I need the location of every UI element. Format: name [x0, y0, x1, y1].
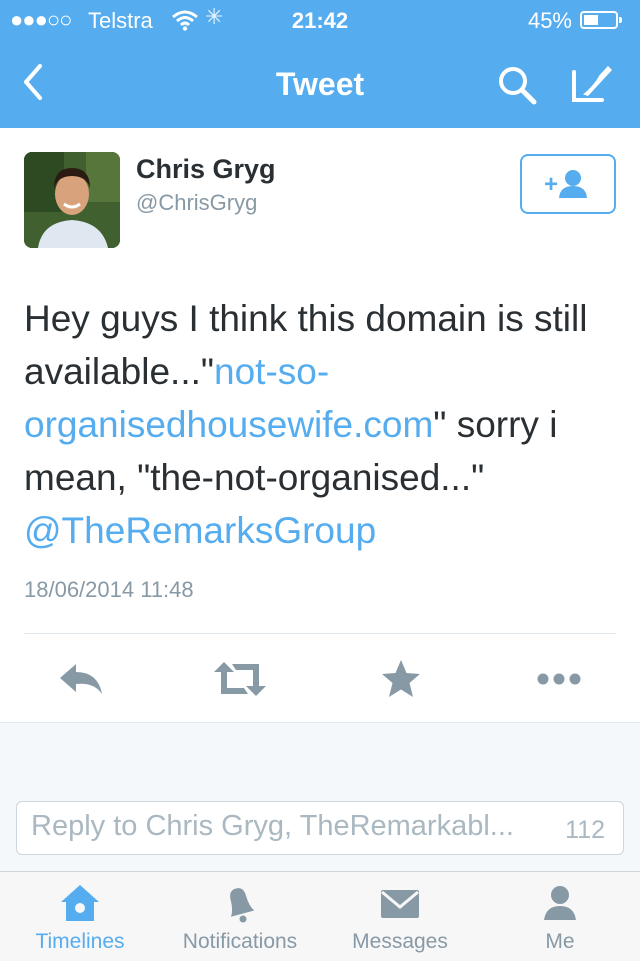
battery-icon — [580, 11, 622, 29]
author-name[interactable]: Chris Gryg — [136, 154, 276, 185]
tab-label-notifications: Notifications — [182, 930, 298, 953]
tab-messages[interactable]: Messages — [320, 872, 480, 961]
tab-timelines[interactable]: Timelines — [0, 872, 160, 961]
battery-percent: 45% — [527, 8, 572, 33]
home-icon — [61, 885, 99, 921]
bell-icon — [230, 888, 255, 923]
tab-bar: Timelines Notifications Messages Me — [0, 871, 640, 961]
reply-icon — [60, 664, 102, 694]
reply-button[interactable] — [56, 656, 106, 702]
search-button[interactable] — [496, 64, 540, 108]
star-icon — [382, 660, 420, 697]
header: ●●●○○ Telstra ✳ 21:42 45% Tweet — [0, 0, 640, 128]
reply-placeholder: Reply to Chris Gryg, TheRemarkabl... — [31, 810, 514, 842]
follow-button[interactable]: + — [520, 154, 616, 214]
author-handle[interactable]: @ChrisGryg — [136, 190, 257, 216]
reply-bar: Reply to Chris Gryg, TheRemarkabl... 112 — [0, 781, 640, 871]
tab-label-messages: Messages — [352, 930, 448, 953]
envelope-icon — [381, 890, 419, 918]
reply-input[interactable]: Reply to Chris Gryg, TheRemarkabl... 112 — [16, 801, 624, 855]
person-icon — [544, 886, 576, 920]
favorite-button[interactable] — [378, 656, 428, 702]
compose-quill-icon — [572, 66, 612, 102]
avatar-photo — [24, 152, 120, 248]
retweet-button[interactable] — [212, 656, 266, 702]
tab-label-me: Me — [545, 930, 575, 953]
search-icon — [499, 67, 537, 105]
tweet-timestamp: 18/06/2014 11:48 — [24, 577, 194, 602]
mention-link[interactable]: @TheRemarksGroup — [24, 510, 376, 551]
page-title: Tweet — [275, 66, 365, 102]
avatar[interactable] — [24, 152, 120, 248]
svg-text:+: + — [544, 171, 558, 198]
more-dots-icon — [537, 673, 581, 685]
retweet-icon — [214, 662, 266, 696]
battery-fill — [584, 15, 598, 25]
separator-band — [0, 722, 640, 782]
tab-me[interactable]: Me — [480, 872, 640, 961]
tab-label-timelines: Timelines — [35, 930, 125, 953]
compose-button[interactable] — [568, 62, 616, 108]
tweet-text: Hey guys I think this domain is still av… — [24, 292, 624, 557]
character-count: 112 — [563, 816, 605, 845]
status-bar: ●●●○○ Telstra ✳ 21:42 45% — [0, 0, 640, 40]
more-button[interactable] — [534, 656, 584, 702]
divider — [24, 633, 616, 634]
add-user-icon: + — [544, 170, 587, 198]
battery-nub — [619, 17, 622, 23]
tab-notifications[interactable]: Notifications — [160, 872, 320, 961]
